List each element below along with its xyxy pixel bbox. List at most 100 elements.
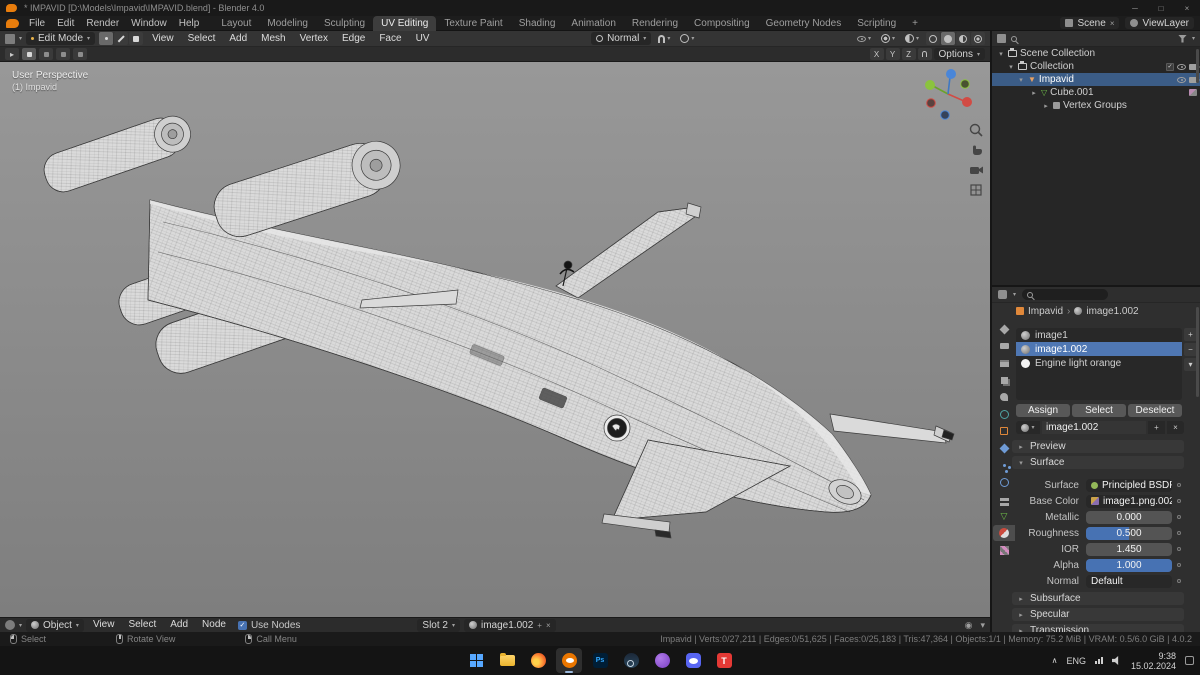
shader-editor-type-icon[interactable]: [5, 620, 15, 630]
properties-editor-icon[interactable]: [998, 290, 1007, 299]
steam-icon[interactable]: [618, 648, 644, 673]
viewport-menu-vertex[interactable]: Vertex: [295, 31, 333, 47]
mirror-y-toggle[interactable]: Y: [885, 48, 900, 60]
properties-scrollbar[interactable]: [1196, 307, 1199, 397]
workspace-tab-texture-paint[interactable]: Texture Paint: [436, 16, 510, 31]
properties-tab-output[interactable]: [993, 355, 1015, 371]
properties-tab-render[interactable]: [993, 338, 1015, 354]
properties-tab-scene[interactable]: [993, 389, 1015, 405]
options-dropdown[interactable]: Options ▾: [933, 48, 985, 60]
snapping-icon[interactable]: ▾: [980, 620, 985, 631]
shader-type-selector[interactable]: Object ▾: [26, 618, 84, 632]
shader-menu-add[interactable]: Add: [165, 617, 193, 633]
viewport-menu-edge[interactable]: Edge: [337, 31, 370, 47]
taskbar-clock[interactable]: 9:38 15.02.2024: [1131, 651, 1176, 671]
workspace-tab-animation[interactable]: Animation: [563, 16, 623, 31]
viewport-3d[interactable]: User Perspective (1) Impavid: [0, 62, 990, 617]
notification-center-icon[interactable]: [1185, 656, 1194, 665]
properties-editor-caret-icon[interactable]: ▾: [1013, 291, 1016, 298]
use-nodes-checkbox[interactable]: ✓ Use Nodes: [235, 619, 303, 632]
new-material-button[interactable]: +: [1148, 421, 1165, 434]
properties-tab-texture[interactable]: [993, 542, 1015, 558]
perspective-toggle-icon[interactable]: [968, 182, 984, 198]
unlink-material-button[interactable]: ×: [1167, 421, 1184, 434]
mirror-z-toggle[interactable]: Z: [901, 48, 916, 60]
shader-menu-node[interactable]: Node: [197, 617, 231, 633]
snap-options-icon[interactable]: [917, 48, 932, 60]
material-slot-engine-light-orange[interactable]: Engine light orange: [1016, 356, 1182, 370]
properties-tab-tool[interactable]: [993, 321, 1015, 337]
menu-edit[interactable]: Edit: [51, 16, 80, 31]
blender-menu-icon[interactable]: [6, 18, 19, 28]
outliner-options-caret-icon[interactable]: ▾: [1192, 35, 1195, 42]
outliner-row-impavid[interactable]: ▾ ▼ Impavid: [992, 73, 1200, 86]
mirror-x-toggle[interactable]: X: [869, 48, 884, 60]
menu-file[interactable]: File: [23, 16, 51, 31]
photoshop-icon[interactable]: Ps: [587, 648, 613, 673]
properties-tab-view-layer[interactable]: [993, 372, 1015, 388]
ior-slider[interactable]: 1.450: [1086, 542, 1172, 556]
outliner-filter-icon[interactable]: [1177, 34, 1187, 43]
shader-menu-select[interactable]: Select: [123, 617, 161, 633]
base-color-image-selector[interactable]: image1.png.002: [1086, 494, 1172, 508]
outliner-scrollbar[interactable]: [1196, 49, 1199, 83]
properties-search-input[interactable]: [1022, 289, 1109, 300]
metallic-slider[interactable]: 0.000: [1086, 510, 1172, 524]
viewport-menu-view[interactable]: View: [147, 31, 179, 47]
pan-hand-icon[interactable]: [968, 142, 984, 158]
material-datablock-selector[interactable]: image1.002 + ×: [464, 618, 556, 632]
material-name-field[interactable]: image1.002: [1042, 421, 1146, 434]
fake-user-icon[interactable]: +: [537, 621, 542, 630]
specular-panel-header[interactable]: ▸ Specular: [1012, 608, 1184, 621]
decorator-icon[interactable]: [1177, 483, 1181, 487]
expand-icon[interactable]: ▾: [1007, 63, 1015, 71]
wireframe-shading-button[interactable]: [925, 32, 940, 45]
snap-toggle[interactable]: ▾: [655, 32, 673, 45]
outliner-editor-icon[interactable]: [997, 34, 1006, 43]
roughness-slider[interactable]: 0.500: [1086, 526, 1172, 540]
transform-orientation-selector[interactable]: Normal ▾: [591, 32, 652, 45]
deselect-button[interactable]: Deselect: [1128, 404, 1182, 417]
menu-window[interactable]: Window: [125, 16, 173, 31]
workspace-tab-uv-editing[interactable]: UV Editing: [373, 15, 437, 31]
select-extend-button[interactable]: [39, 48, 53, 60]
workspace-tab-layout[interactable]: Layout: [213, 16, 259, 31]
decorator-icon[interactable]: [1177, 515, 1181, 519]
outliner-row-cube-001[interactable]: ▸ ▽ Cube.001: [992, 86, 1200, 99]
viewport-menu-face[interactable]: Face: [374, 31, 406, 47]
editor-type-caret-icon[interactable]: ▾: [19, 35, 22, 42]
file-explorer-icon[interactable]: [494, 648, 520, 673]
add-workspace-button[interactable]: +: [904, 16, 926, 31]
pin-icon[interactable]: ◉: [965, 620, 973, 631]
exclude-checkbox[interactable]: ✓: [1166, 62, 1174, 71]
teamviewer-icon[interactable]: T: [711, 648, 737, 673]
language-indicator[interactable]: ENG: [1066, 656, 1086, 666]
workspace-tab-modeling[interactable]: Modeling: [259, 16, 316, 31]
select-intersect-button[interactable]: [73, 48, 87, 60]
menu-help[interactable]: Help: [173, 16, 206, 31]
properties-tab-physics[interactable]: [993, 474, 1015, 490]
close-button[interactable]: ×: [1174, 0, 1200, 16]
alpha-slider[interactable]: 1.000: [1086, 558, 1172, 572]
surface-shader-selector[interactable]: Principled BSDF: [1086, 478, 1172, 492]
decorator-icon[interactable]: [1177, 547, 1181, 551]
rendered-shading-button[interactable]: [970, 32, 985, 45]
workspace-tab-scripting[interactable]: Scripting: [849, 16, 904, 31]
select-button[interactable]: Select: [1072, 404, 1126, 417]
workspace-tab-geometry-nodes[interactable]: Geometry Nodes: [758, 16, 850, 31]
shader-menu-view[interactable]: View: [88, 617, 120, 633]
zoom-icon[interactable]: [968, 122, 984, 138]
hide-viewport-icon[interactable]: [1177, 76, 1186, 83]
editor-type-icon[interactable]: [5, 33, 15, 44]
breadcrumb-material[interactable]: image1.002: [1086, 306, 1138, 317]
firefox-icon[interactable]: [525, 648, 551, 673]
minimize-button[interactable]: ─: [1122, 0, 1148, 16]
visibility-dropdown[interactable]: ▾: [854, 32, 874, 45]
browse-material-button[interactable]: ▾: [1016, 421, 1040, 434]
speaker-icon[interactable]: [1111, 656, 1119, 665]
select-subtract-button[interactable]: [56, 48, 70, 60]
decorator-icon[interactable]: [1177, 499, 1181, 503]
start-button[interactable]: [463, 648, 489, 673]
workspace-tab-compositing[interactable]: Compositing: [686, 16, 758, 31]
expand-icon[interactable]: ▸: [1030, 89, 1038, 97]
